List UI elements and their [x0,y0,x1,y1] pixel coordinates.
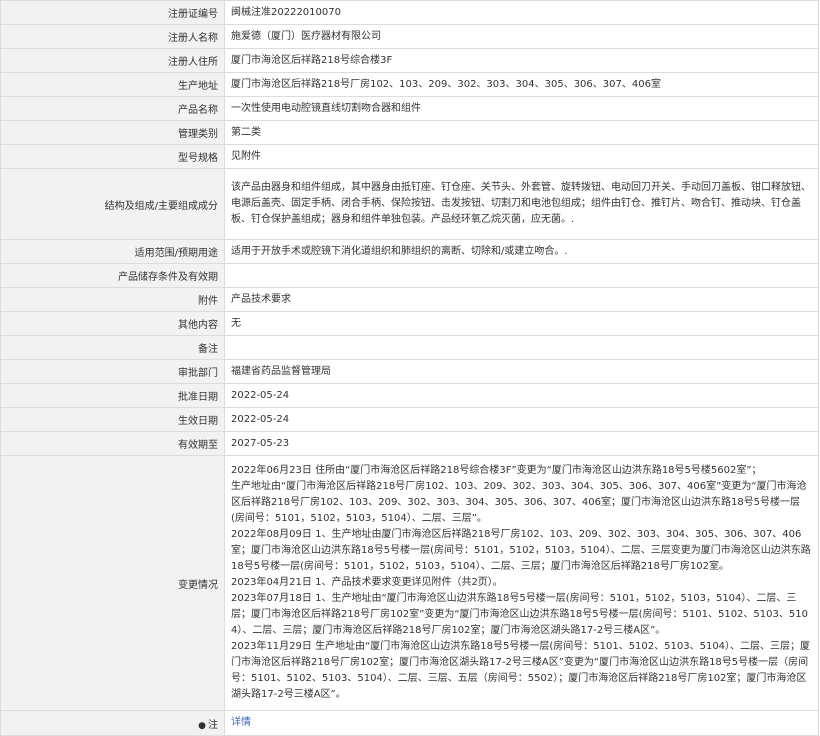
row-label: 注册人住所 [0,48,225,73]
row-value [224,335,819,360]
note-label: 注 [208,719,218,731]
row-label: 型号规格 [0,144,225,169]
row-label: ● 注 [0,710,225,736]
row-registrant-name: 注册人名称 施爱德（厦门）医疗器材有限公司 [0,24,819,49]
row-management-class: 管理类别 第二类 [0,120,819,145]
registration-detail-table: 注册证编号 闽械注准20222010070 注册人名称 施爱德（厦门）医疗器材有… [0,0,819,736]
row-label: 批准日期 [0,383,225,408]
row-label: 生产地址 [0,72,225,97]
row-value: 适用于开放手术或腔镜下消化道组织和肺组织的离断、切除和/或建立吻合。. [224,239,819,264]
change-entry: 2022年06月23日 住所由“厦门市海沧区后祥路218号综合楼3F”变更为“厦… [231,465,762,476]
row-label: 结构及组成/主要组成成分 [0,168,225,240]
row-change-history: 变更情况 2022年06月23日 住所由“厦门市海沧区后祥路218号综合楼3F”… [0,455,819,711]
row-value: 厦门市海沧区后祥路218号综合楼3F [224,48,819,73]
row-note: ● 注 详情 [0,710,819,736]
row-structure-composition: 结构及组成/主要组成成分 该产品由器身和组件组成，其中器身由抵钉座、钉仓座、关节… [0,168,819,240]
row-intended-use: 适用范围/预期用途 适用于开放手术或腔镜下消化道组织和肺组织的离断、切除和/或建… [0,239,819,264]
row-value: 2027-05-23 [224,431,819,456]
row-value: 福建省药品监督管理局 [224,359,819,384]
row-model-spec: 型号规格 见附件 [0,144,819,169]
row-other-content: 其他内容 无 [0,311,819,336]
change-entry: 2023年04月21日 1、产品技术要求变更详见附件（共2页）。 [231,577,503,588]
row-value: 施爱德（厦门）医疗器材有限公司 [224,24,819,49]
row-value: 无 [224,311,819,336]
row-registrant-address: 注册人住所 厦门市海沧区后祥路218号综合楼3F [0,48,819,73]
row-value: 详情 [224,710,819,736]
details-link[interactable]: 详情 [231,717,251,728]
row-label: 生效日期 [0,407,225,432]
row-label: 管理类别 [0,120,225,145]
row-label: 产品名称 [0,96,225,121]
row-registration-number: 注册证编号 闽械注准20222010070 [0,0,819,25]
change-history-value: 2022年06月23日 住所由“厦门市海沧区后祥路218号综合楼3F”变更为“厦… [224,455,819,711]
row-label: 产品储存条件及有效期 [0,263,225,288]
row-value: 一次性使用电动腔镜直线切割吻合器和组件 [224,96,819,121]
change-entry: 生产地址由“厦门市海沧区后祥路218号厂房102、103、209、302、303… [231,481,807,524]
change-entry: 2023年11月29日 生产地址由“厦门市海沧区山边洪东路18号5号楼一层(房间… [231,641,811,700]
row-label: 适用范围/预期用途 [0,239,225,264]
row-value: 产品技术要求 [224,287,819,312]
row-storage-conditions: 产品储存条件及有效期 [0,263,819,288]
row-approval-department: 审批部门 福建省药品监督管理局 [0,359,819,384]
row-label: 注册证编号 [0,0,225,25]
row-label: 备注 [0,335,225,360]
change-entry: 2022年08月09日 1、生产地址由厦门市海沧区后祥路218号厂房102、10… [231,529,811,572]
row-value: 2022-05-24 [224,383,819,408]
row-attachment: 附件 产品技术要求 [0,287,819,312]
change-entry: 2023年07月18日 1、生产地址由“厦门市海沧区山边洪东路18号5号楼一层(… [231,593,808,636]
bullet-icon: ● [198,720,206,731]
row-production-address: 生产地址 厦门市海沧区后祥路218号厂房102、103、209、302、303、… [0,72,819,97]
row-product-name: 产品名称 一次性使用电动腔镜直线切割吻合器和组件 [0,96,819,121]
row-label: 审批部门 [0,359,225,384]
row-value: 闽械注准20222010070 [224,0,819,25]
row-value: 该产品由器身和组件组成，其中器身由抵钉座、钉仓座、关节头、外套管、旋转拨钮、电动… [224,168,819,240]
row-label: 注册人名称 [0,24,225,49]
row-label: 有效期至 [0,431,225,456]
row-value [224,263,819,288]
row-remarks: 备注 [0,335,819,360]
row-label: 其他内容 [0,311,225,336]
row-value: 第二类 [224,120,819,145]
row-valid-until: 有效期至 2027-05-23 [0,431,819,456]
row-value: 见附件 [224,144,819,169]
row-label: 变更情况 [0,455,225,711]
row-value: 厦门市海沧区后祥路218号厂房102、103、209、302、303、304、3… [224,72,819,97]
row-approval-date: 批准日期 2022-05-24 [0,383,819,408]
row-label: 附件 [0,287,225,312]
row-value: 2022-05-24 [224,407,819,432]
row-effective-date: 生效日期 2022-05-24 [0,407,819,432]
